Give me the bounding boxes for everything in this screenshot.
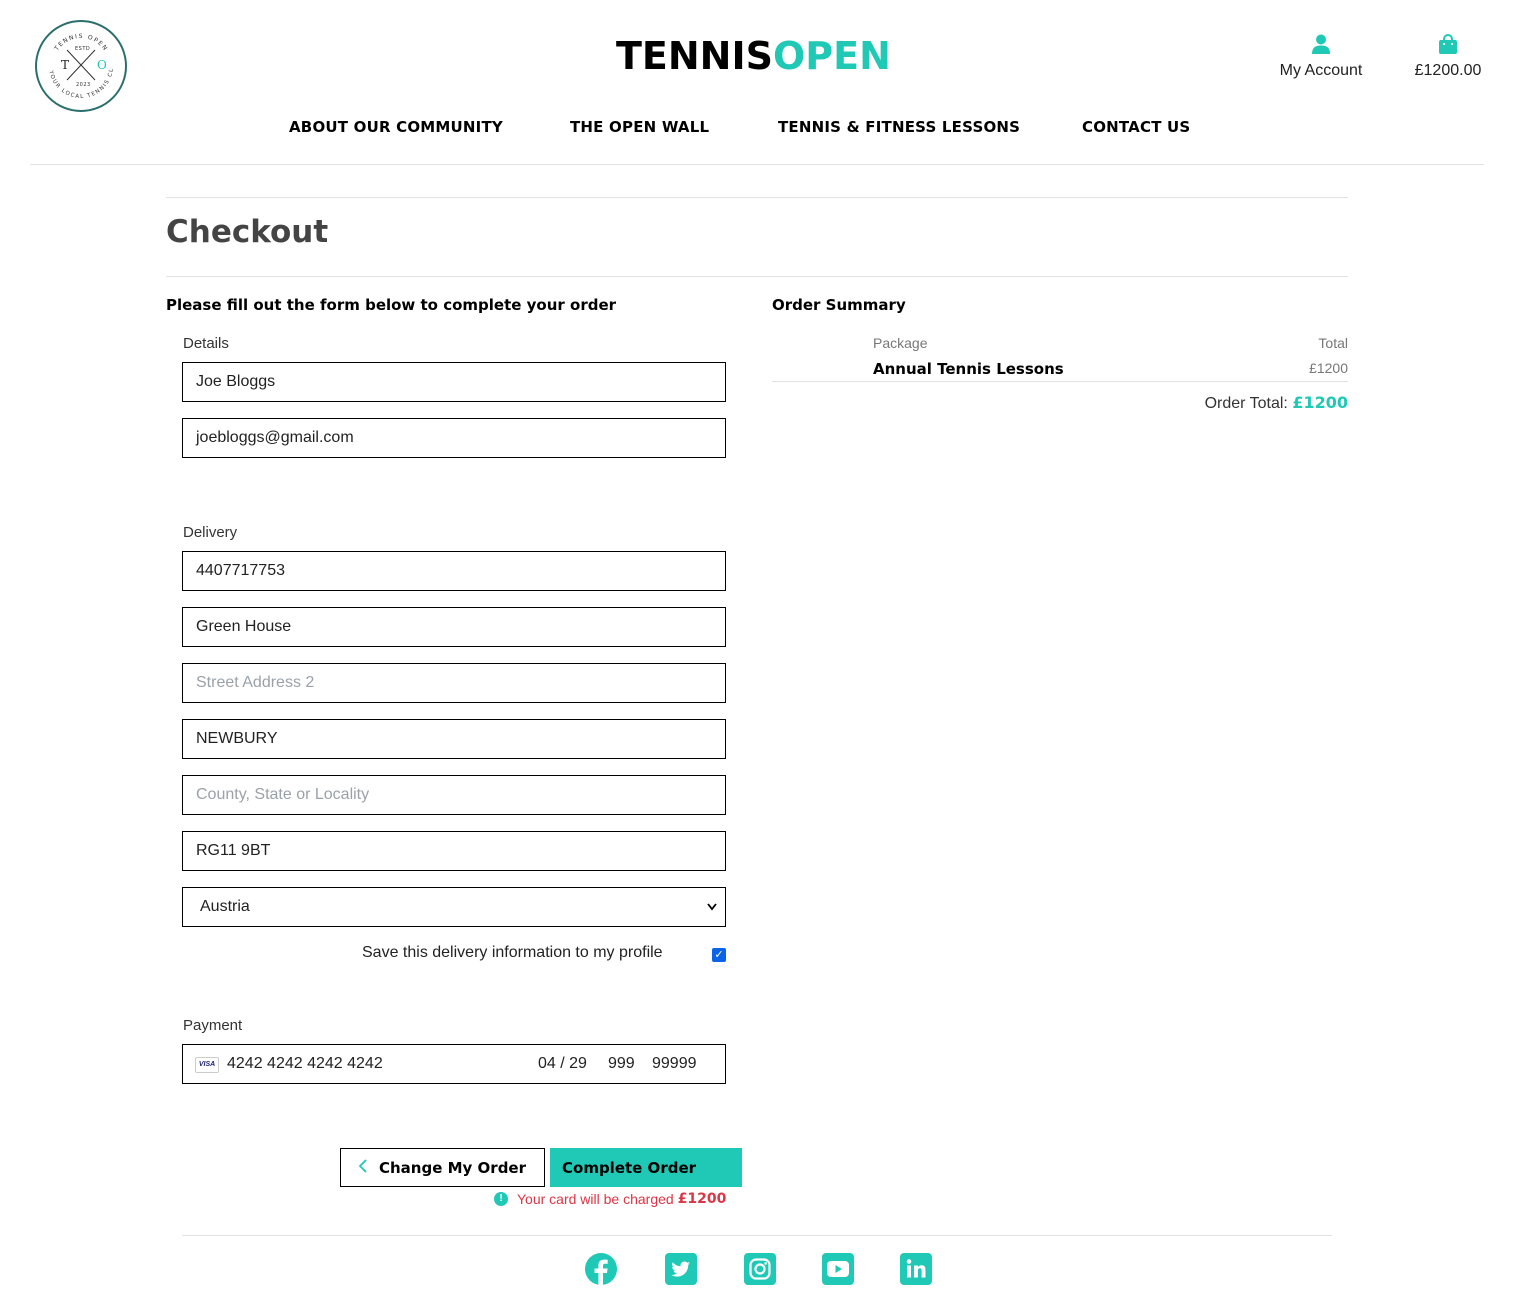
nav-tennis-fitness-lessons[interactable]: TENNIS & FITNESS LESSONS [778, 118, 1020, 136]
street-address-1-field[interactable]: Green House [182, 607, 726, 647]
instagram-icon[interactable] [743, 1252, 777, 1286]
email-field[interactable]: joebloggs@gmail.com [182, 418, 726, 458]
street-address-2-field[interactable]: Street Address 2 [182, 663, 726, 703]
header-divider [30, 164, 1484, 165]
delivery-legend: Delivery [183, 524, 238, 541]
complete-order-button[interactable]: Complete Order [550, 1148, 742, 1187]
card-number-input[interactable]: 4242 4242 4242 4242 [227, 1055, 383, 1073]
twitter-icon[interactable] [664, 1252, 698, 1286]
payment-legend: Payment [183, 1017, 243, 1034]
town-city-field[interactable]: NEWBURY [182, 719, 726, 759]
footer-divider [182, 1235, 1332, 1236]
title-divider-bottom [166, 276, 1348, 277]
title-divider-top [166, 197, 1348, 198]
charge-amount: £1200 [677, 1191, 727, 1207]
bag-total-label: £1200.00 [1414, 62, 1482, 79]
brand-part-tennis: TENNIS [616, 34, 773, 78]
country-select[interactable]: Austria [182, 887, 726, 927]
chevron-down-icon [707, 888, 717, 941]
card-cvc-input[interactable]: 999 [608, 1055, 635, 1073]
my-account-link[interactable]: My Account [1262, 34, 1380, 80]
charge-notice: ! Your card will be charged £1200 [494, 1191, 726, 1207]
order-total-value: £1200 [1292, 393, 1348, 412]
full-name-field[interactable]: Joe Bloggs [182, 362, 726, 402]
save-info-checkbox[interactable]: ✓ [712, 948, 726, 962]
logo-estd: ESTD [75, 46, 91, 52]
order-item-name: Annual Tennis Lessons [873, 360, 1064, 378]
linkedin-icon[interactable] [899, 1252, 933, 1286]
shopping-bag-icon [1439, 34, 1457, 54]
charge-text: Your card will be charged [517, 1191, 674, 1207]
logo-letter-t: T [61, 58, 70, 72]
phone-field[interactable]: 4407717753 [182, 551, 726, 591]
card-expiry-input[interactable]: 04 / 29 [538, 1055, 587, 1073]
order-summary-divider [772, 381, 1348, 382]
nav-contact-us[interactable]: CONTACT US [1082, 118, 1190, 136]
postcode-field[interactable]: RG11 9BT [182, 831, 726, 871]
order-total-label: Order Total: [1204, 395, 1288, 412]
details-legend: Details [183, 335, 229, 352]
page-title: Checkout [166, 214, 329, 250]
info-circle-icon: ! [494, 1192, 508, 1206]
country-selected-value: Austria [200, 898, 250, 915]
county-field[interactable]: County, State or Locality [182, 775, 726, 815]
my-account-label: My Account [1279, 62, 1363, 79]
logo-letter-o: O [97, 58, 107, 72]
youtube-icon[interactable] [821, 1252, 855, 1286]
change-my-order-button[interactable]: Change My Order [340, 1148, 545, 1187]
chevron-left-icon [358, 1158, 367, 1177]
order-item-price: £1200 [1309, 360, 1348, 376]
site-logo[interactable]: TENNIS OPEN YOUR LOCAL TENNIS CLUB ESTD … [35, 20, 127, 112]
visa-card-icon: VISA [195, 1057, 219, 1073]
logo-arc-text: TENNIS OPEN YOUR LOCAL TENNIS CLUB [37, 22, 114, 100]
brand-wordmark[interactable]: TENNISOPEN [616, 34, 891, 78]
brand-part-open: OPEN [773, 34, 891, 78]
facebook-icon[interactable] [584, 1252, 618, 1286]
order-total: Order Total: £1200 [1205, 393, 1348, 413]
form-intro: Please fill out the form below to comple… [166, 296, 617, 314]
nav-about-our-community[interactable]: ABOUT OUR COMMUNITY [289, 118, 503, 136]
card-element[interactable]: VISA 4242 4242 4242 4242 04 / 29 999 999… [182, 1044, 726, 1084]
change-my-order-label: Change My Order [379, 1158, 527, 1177]
complete-order-label: Complete Order [562, 1158, 697, 1177]
total-column-header: Total [1318, 335, 1348, 351]
package-column-header: Package [873, 335, 928, 351]
user-icon [1312, 34, 1330, 54]
nav-the-open-wall[interactable]: THE OPEN WALL [570, 118, 709, 136]
save-info-label: Save this delivery information to my pro… [362, 944, 663, 961]
order-summary-title: Order Summary [772, 296, 906, 314]
logo-year: 2023 [76, 82, 91, 88]
shopping-bag-link[interactable]: £1200.00 [1400, 34, 1496, 80]
card-zip-input[interactable]: 99999 [652, 1055, 697, 1073]
